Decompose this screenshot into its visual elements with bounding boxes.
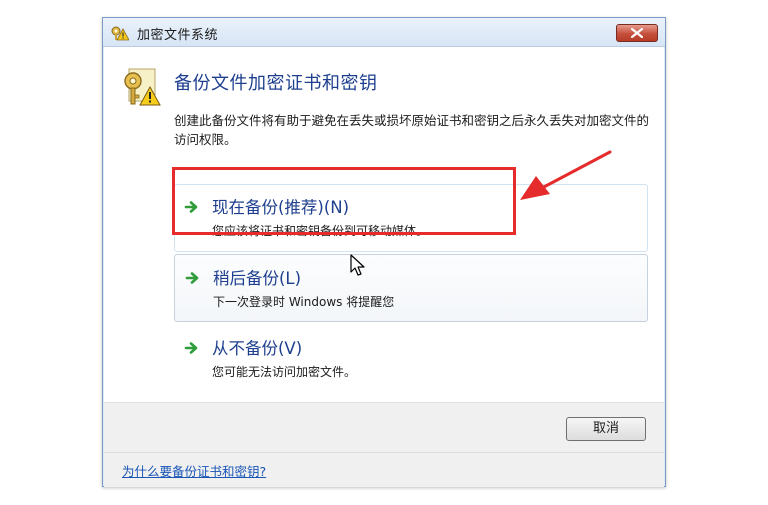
option-title: 稍后备份(L) [213, 269, 302, 288]
certificate-key-warning-icon [124, 68, 161, 106]
option-subtitle: 您可能无法访问加密文件。 [212, 365, 357, 379]
cancel-button[interactable]: 取消 [566, 417, 646, 441]
option-title: 从不备份(V) [212, 339, 303, 358]
green-arrow-icon [184, 342, 198, 354]
green-arrow-icon [185, 272, 199, 284]
screenshot-page: 加密文件系统 备份文件加密证书和密钥 创建此备份文件将有助于避免在丢失或损坏原始… [0, 0, 768, 505]
backup-later-option[interactable]: 稍后备份(L) 下一次登录时 Windows 将提醒您 [174, 254, 648, 322]
close-button[interactable] [616, 24, 658, 42]
option-subtitle: 下一次登录时 Windows 将提醒您 [213, 295, 395, 309]
efs-dialog-window: 加密文件系统 备份文件加密证书和密钥 创建此备份文件将有助于避免在丢失或损坏原始… [102, 17, 666, 487]
dialog-description: 创建此备份文件将有助于避免在丢失或损坏原始证书和密钥之后永久丢失对加密文件的访问… [174, 113, 650, 147]
dialog-heading: 备份文件加密证书和密钥 [174, 73, 378, 94]
button-bar: 取消 [104, 402, 664, 453]
title-bar: 加密文件系统 [103, 18, 665, 47]
window-title: 加密文件系统 [137, 28, 219, 43]
mouse-cursor-icon [350, 254, 365, 276]
help-link[interactable]: 为什么要备份证书和密钥? [122, 461, 266, 480]
annotation-arrow-icon [520, 150, 612, 200]
key-warning-icon [111, 26, 129, 41]
close-icon [631, 28, 643, 38]
footer-bar: 为什么要备份证书和密钥? [104, 452, 664, 487]
never-backup-option[interactable]: 从不备份(V) 您可能无法访问加密文件。 [174, 325, 648, 393]
annotation-highlight-box [172, 167, 516, 235]
